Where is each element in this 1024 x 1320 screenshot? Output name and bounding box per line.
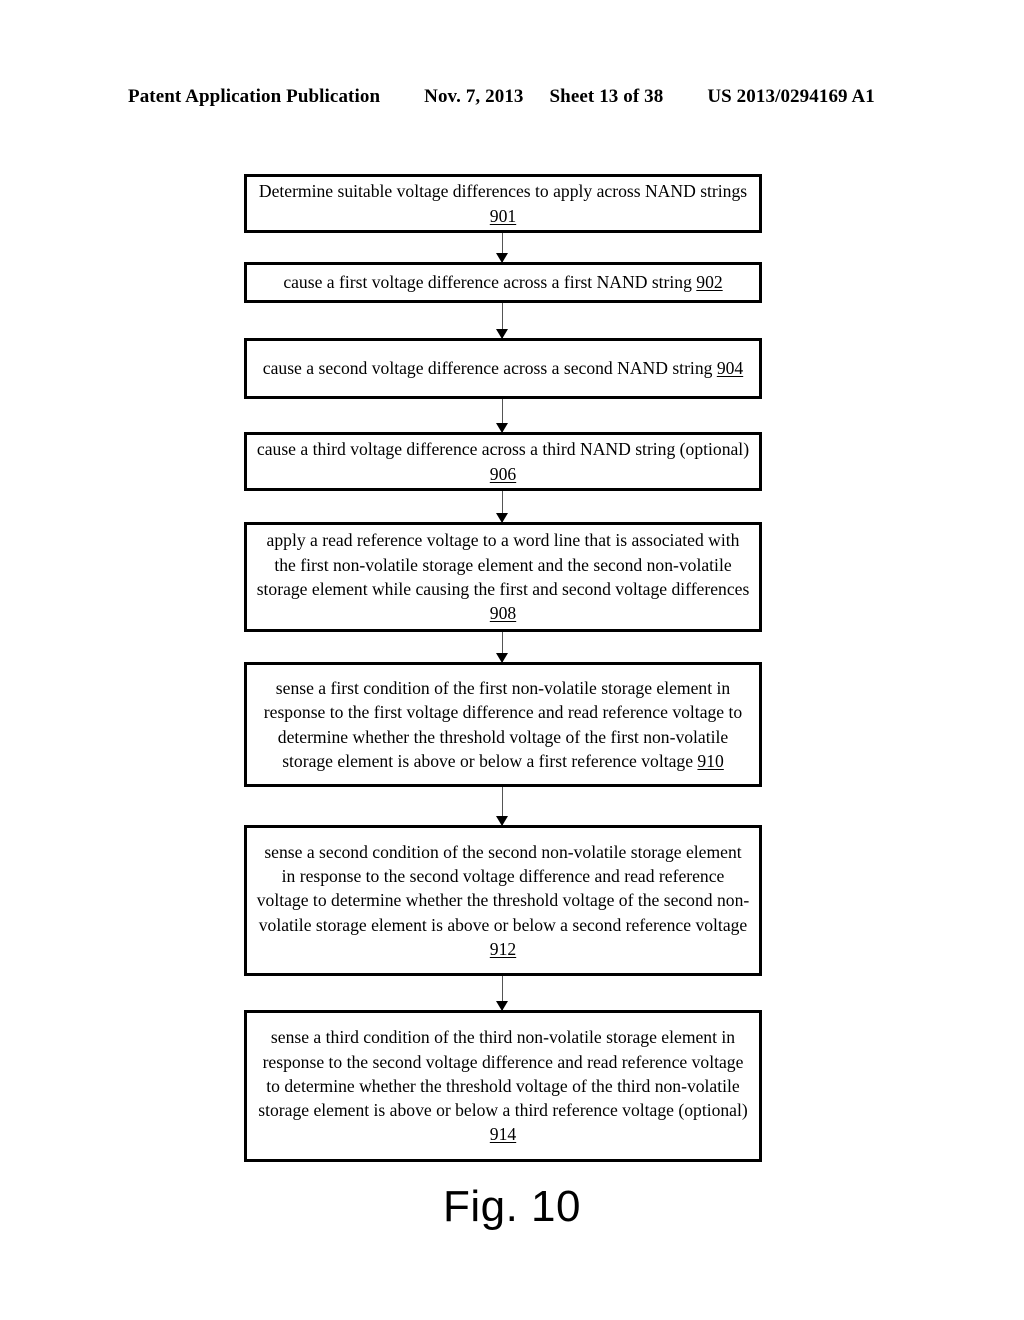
- flow-node-908-ref: 908: [489, 603, 517, 624]
- flow-node-904: cause a second voltage difference across…: [244, 338, 762, 399]
- connector-902-to-904: [496, 303, 508, 339]
- flow-node-902-ref: 902: [696, 272, 723, 293]
- flow-node-912-ref: 912: [489, 938, 517, 959]
- flow-node-906-text: cause a third voltage difference across …: [256, 439, 750, 484]
- header-date-label: Nov. 7, 2013: [424, 86, 524, 107]
- connector-906-to-908: [496, 491, 508, 523]
- flow-node-910-ref: 910: [697, 750, 724, 771]
- flow-node-904-ref: 904: [716, 358, 744, 379]
- flow-node-908: apply a read reference voltage to a word…: [244, 522, 762, 632]
- flow-node-904-text: cause a second voltage difference across…: [262, 358, 744, 379]
- connector-912-to-914: [496, 976, 508, 1011]
- flow-node-910: sense a first condition of the first non…: [244, 662, 762, 787]
- header-document-number: US 2013/0294169 A1: [707, 86, 875, 107]
- connector-908-to-910: [496, 632, 508, 663]
- flow-node-901-ref: 901: [489, 205, 517, 226]
- connector-901-to-902: [496, 233, 508, 263]
- flow-node-912: sense a second condition of the second n…: [244, 825, 762, 976]
- flow-node-906: cause a third voltage difference across …: [244, 432, 762, 491]
- flow-node-902: cause a first voltage difference across …: [244, 262, 762, 303]
- flow-node-908-text: apply a read reference voltage to a word…: [256, 530, 750, 624]
- flow-node-901-text: Determine suitable voltage differences t…: [258, 181, 748, 226]
- flow-node-914: sense a third condition of the third non…: [244, 1010, 762, 1162]
- flow-node-906-ref: 906: [489, 463, 517, 484]
- flow-node-901: Determine suitable voltage differences t…: [244, 174, 762, 233]
- flow-node-914-text: sense a third condition of the third non…: [258, 1027, 748, 1145]
- connector-910-to-912: [496, 787, 508, 826]
- flow-node-910-text: sense a first condition of the first non…: [263, 677, 743, 771]
- figure-caption: Fig. 10: [442, 1182, 581, 1231]
- flow-node-912-text: sense a second condition of the second n…: [256, 841, 750, 959]
- page-header: Patent Application Publication Nov. 7, 2…: [128, 86, 896, 110]
- header-publication-label: Patent Application Publication: [128, 86, 381, 107]
- flow-node-902-text: cause a first voltage difference across …: [283, 272, 723, 293]
- connector-904-to-906: [496, 399, 508, 433]
- header-sheet-label: Sheet 13 of 38: [549, 86, 664, 107]
- flow-node-914-ref: 914: [489, 1124, 517, 1145]
